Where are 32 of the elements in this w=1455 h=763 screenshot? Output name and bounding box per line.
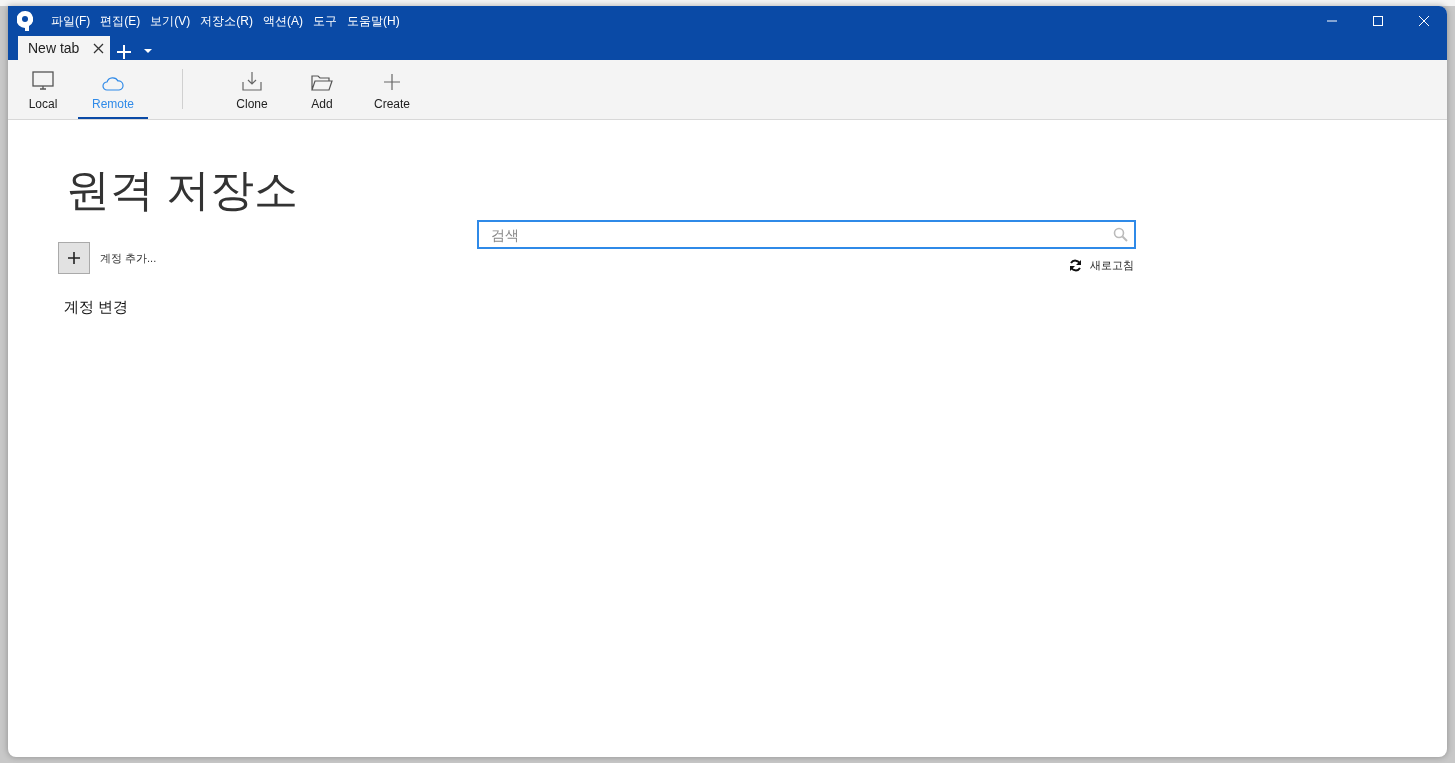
page-title: 원격 저장소 — [66, 164, 300, 216]
monitor-icon — [32, 71, 54, 91]
plus-icon — [383, 73, 401, 91]
refresh-button[interactable]: 새로고침 — [1069, 258, 1134, 273]
tab-dropdown-button[interactable] — [144, 49, 153, 54]
add-account-button[interactable] — [58, 242, 90, 274]
search-field[interactable]: 검색 — [477, 220, 1136, 249]
download-icon — [242, 71, 262, 91]
menu-item[interactable]: 액션(A) — [258, 12, 308, 30]
toolbar-button[interactable]: Create — [357, 60, 427, 119]
folder-icon — [311, 75, 333, 91]
section-heading: 계정 변경 — [64, 298, 130, 317]
maximize-icon — [1372, 15, 1384, 27]
menu-item[interactable]: 도구 — [308, 12, 342, 30]
close-icon — [1418, 15, 1430, 27]
tab[interactable]: New tab — [18, 36, 111, 60]
search-icon — [1113, 227, 1128, 242]
refresh-icon — [1069, 259, 1082, 272]
menu-item[interactable]: 파일(F) — [46, 12, 96, 30]
toolbar-button[interactable]: Add — [287, 60, 357, 119]
cloud-icon — [102, 75, 124, 91]
plus-icon — [68, 252, 80, 264]
new-tab-button[interactable] — [116, 44, 133, 60]
menu-item[interactable]: 보기(V) — [145, 12, 196, 30]
view-tab[interactable]: Local — [8, 60, 78, 119]
menu-item[interactable]: 저장소(R) — [195, 12, 258, 30]
menu-item[interactable]: 도움말(H) — [342, 12, 405, 30]
menu-item[interactable]: 편집(E) — [95, 12, 146, 30]
app-logo-icon — [17, 11, 33, 31]
toolbar-button[interactable]: Clone — [217, 60, 287, 119]
close-tab-icon[interactable] — [93, 42, 105, 54]
add-account-label: 계정 추가... — [100, 250, 157, 266]
